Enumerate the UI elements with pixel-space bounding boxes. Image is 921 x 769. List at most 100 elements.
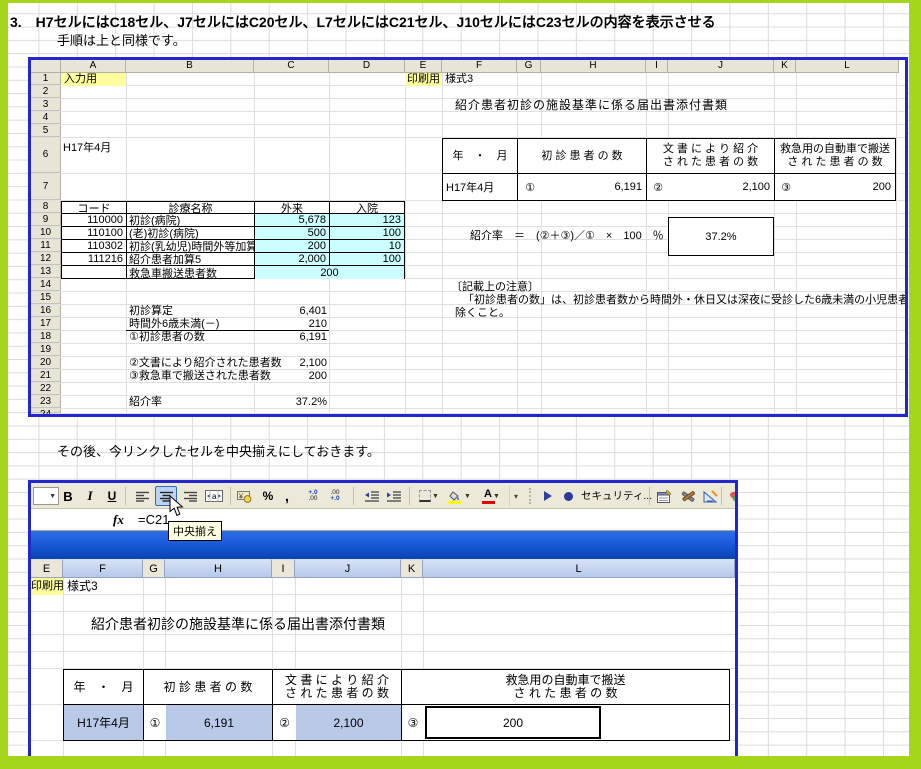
outpatient-cell[interactable]: 5,678 xyxy=(255,214,330,227)
outpatient-h[interactable]: 外来 xyxy=(255,202,330,214)
col-header-I[interactable]: I xyxy=(646,60,668,73)
col-header-H[interactable]: H xyxy=(541,60,646,73)
toolbox-button[interactable] xyxy=(677,486,699,506)
row-header[interactable]: 7 xyxy=(31,174,61,200)
align-left-button[interactable] xyxy=(131,486,153,506)
row-header[interactable]: 5 xyxy=(31,125,61,137)
row-header[interactable]: 17 xyxy=(31,318,61,330)
outpatient-cell[interactable]: 2,000 xyxy=(255,253,330,266)
row-header[interactable]: 24 xyxy=(31,409,61,413)
ref-h-doc[interactable]: 文 書 に よ り 紹 介 さ れ た 患 者 の 数 xyxy=(647,139,775,174)
cell-C20-value[interactable]: 2,100 xyxy=(254,357,329,370)
cell-C17-value[interactable]: 210 xyxy=(254,318,329,331)
record-macro-button[interactable] xyxy=(559,486,577,506)
name-cell[interactable]: 紹介患者加算5 xyxy=(127,253,255,266)
cell-H7-value-selected[interactable]: 6,191 xyxy=(166,705,273,740)
row-header[interactable]: 13 xyxy=(31,266,61,278)
name-cell[interactable]: 初診(乳幼児)時間外等加算 xyxy=(127,240,255,253)
row-header[interactable]: 19 xyxy=(31,344,61,356)
properties-button[interactable] xyxy=(653,486,675,506)
italic-button[interactable]: I xyxy=(79,486,101,506)
cell-B23-label[interactable]: 紹介率 xyxy=(129,396,162,409)
code-h[interactable]: コード xyxy=(62,202,127,214)
cell-B21-label[interactable]: ③救急車で搬送された患者数 xyxy=(129,370,271,383)
col-header-F[interactable]: F xyxy=(442,60,517,73)
font-color-button[interactable]: A ▼ xyxy=(477,486,507,506)
inpatient-cell[interactable]: 100 xyxy=(330,227,404,240)
row-header[interactable]: 16 xyxy=(31,305,61,317)
cell-F7-month[interactable]: H17年4月 xyxy=(443,174,518,200)
cell-I7-mark2[interactable]: ② xyxy=(647,174,669,200)
col-header-J[interactable]: J xyxy=(295,559,401,578)
cell-C21-value[interactable]: 200 xyxy=(254,370,329,383)
cell-F7-month-selected[interactable]: H17年4月 xyxy=(64,705,144,740)
col-header-I[interactable]: I xyxy=(272,559,295,578)
cell-I7-mark2[interactable]: ② xyxy=(273,705,296,740)
row-header[interactable]: 11 xyxy=(31,240,61,252)
row-header[interactable]: 23 xyxy=(31,396,61,408)
row-header[interactable]: 20 xyxy=(31,357,61,369)
code-cell-empty[interactable] xyxy=(62,266,127,279)
col-header-D[interactable]: D xyxy=(329,60,405,73)
decrease-indent-button[interactable] xyxy=(361,486,383,506)
row-header[interactable]: 6 xyxy=(31,138,61,173)
inpatient-h[interactable]: 入院 xyxy=(330,202,404,214)
ambulance-value[interactable]: 200 xyxy=(255,266,404,279)
percent-style-button[interactable]: % xyxy=(257,486,279,506)
col-header-C[interactable]: C xyxy=(254,60,329,73)
cell-E1-print-label[interactable]: 印刷用 xyxy=(405,73,442,86)
ref-h-month[interactable]: 年 ・ 月 xyxy=(443,139,518,174)
name-h[interactable]: 診療名称 xyxy=(127,202,255,214)
security-button[interactable]: セキュリティ... xyxy=(581,488,652,503)
ref-h-month[interactable]: 年 ・ 月 xyxy=(64,670,144,705)
inpatient-cell[interactable]: 10 xyxy=(330,240,404,253)
currency-style-button[interactable]: ¥ xyxy=(234,486,256,506)
row-header[interactable]: 9 xyxy=(31,214,61,226)
cell-F-form-label[interactable]: 様式3 xyxy=(67,578,98,595)
outpatient-cell[interactable]: 500 xyxy=(255,227,330,240)
design-mode-button[interactable] xyxy=(699,486,721,506)
row-header[interactable]: 18 xyxy=(31,331,61,343)
ref-h-first[interactable]: 初 診 患 者 の 数 xyxy=(144,670,273,705)
row-header[interactable]: 21 xyxy=(31,370,61,382)
col-header-J[interactable]: J xyxy=(668,60,774,73)
cell-F1-form-label[interactable]: 様式3 xyxy=(445,73,473,86)
col-header-G[interactable]: G xyxy=(517,60,541,73)
cell-K7-mark3[interactable]: ③ xyxy=(775,174,797,200)
row-header[interactable]: 4 xyxy=(31,112,61,124)
cell-B18-label[interactable]: ①初診患者の数 xyxy=(129,331,205,344)
ambulance-label[interactable]: 救急車搬送患者数 xyxy=(127,266,255,279)
row-header[interactable]: 15 xyxy=(31,292,61,304)
toolbar-grip[interactable] xyxy=(529,488,532,504)
cell-E-print-label[interactable]: 印刷用 xyxy=(31,578,63,595)
col-header-A[interactable]: A xyxy=(61,60,126,73)
cell-H7-value[interactable]: 6,191 xyxy=(542,174,647,200)
name-cell[interactable]: 初診(病院) xyxy=(127,214,255,227)
row-header[interactable]: 22 xyxy=(31,383,61,395)
outpatient-cell[interactable]: 200 xyxy=(255,240,330,253)
ref-h-first[interactable]: 初 診 患 者 の 数 xyxy=(518,139,647,174)
code-cell[interactable]: 110302 xyxy=(62,240,127,253)
col-header-K[interactable]: K xyxy=(401,559,423,578)
ref-h-amb[interactable]: 救急用の自動車で搬送 さ れ た 患 者 の 数 xyxy=(775,139,895,174)
row-header[interactable]: 14 xyxy=(31,279,61,291)
bold-button[interactable]: B xyxy=(57,486,79,506)
col-header-G[interactable]: G xyxy=(143,559,165,578)
row-header[interactable]: 8 xyxy=(31,201,61,213)
borders-button[interactable]: ▼ xyxy=(415,486,443,506)
col-header-F[interactable]: F xyxy=(63,559,143,578)
col-header-L[interactable]: L xyxy=(796,60,899,73)
row-header[interactable]: 12 xyxy=(31,253,61,265)
fill-color-button[interactable]: ▼ xyxy=(445,486,475,506)
cell-B16-label[interactable]: 初診算定 xyxy=(129,305,173,318)
col-header-K[interactable]: K xyxy=(774,60,796,73)
col-header-E[interactable]: E xyxy=(405,60,442,73)
cell-J7-value[interactable]: 2,100 xyxy=(669,174,775,200)
inpatient-cell[interactable]: 100 xyxy=(330,253,404,266)
cell-C18-value[interactable]: 6,191 xyxy=(254,331,329,344)
col-header-B[interactable]: B xyxy=(126,60,254,73)
code-cell[interactable]: 111216 xyxy=(62,253,127,266)
increase-indent-button[interactable] xyxy=(383,486,405,506)
decrease-decimal-button[interactable]: .00+.0 xyxy=(324,486,346,506)
underline-button[interactable]: U xyxy=(101,486,123,506)
